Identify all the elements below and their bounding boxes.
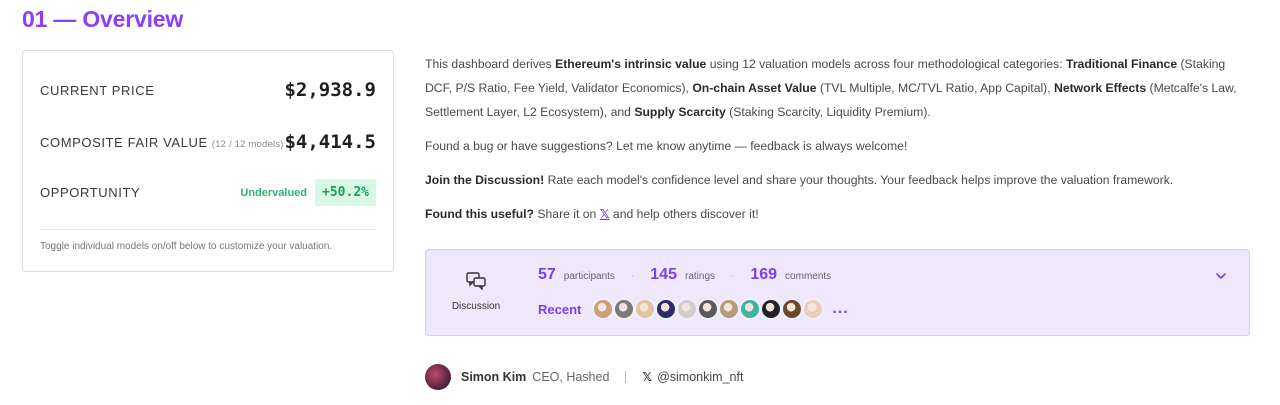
chat-icon xyxy=(466,272,486,290)
discussion-toggle[interactable]: Discussion xyxy=(448,272,504,314)
discussion-label: Discussion xyxy=(451,301,501,312)
opportunity-percent-badge: +50.2% xyxy=(315,179,376,206)
author-role: CEO, Hashed xyxy=(532,370,610,384)
desc-bold: Join the Discussion! xyxy=(425,173,545,187)
card-divider xyxy=(40,229,376,230)
recent-participants: Recent ... xyxy=(538,298,849,320)
fair-value-label: COMPOSITE FAIR VALUE (12 / 12 models) xyxy=(40,135,284,150)
desc-text: and help others discover it! xyxy=(609,207,759,221)
chevron-down-icon[interactable] xyxy=(1215,270,1227,282)
avatar xyxy=(613,298,636,320)
recent-label: Recent xyxy=(538,301,582,317)
toggle-hint: Toggle individual models on/off below to… xyxy=(40,241,333,252)
desc-text: (TVL Multiple, MC/TVL Ratio, App Capital… xyxy=(816,81,1055,95)
description: This dashboard derives Ethereum's intrin… xyxy=(425,52,1255,236)
avatar xyxy=(802,298,825,320)
avatar-stack xyxy=(592,298,825,320)
comments-count: 169 xyxy=(750,266,778,283)
comments-label: comments xyxy=(785,271,832,282)
avatar xyxy=(697,298,720,320)
avatar xyxy=(592,298,615,320)
desc-text: Share it on xyxy=(534,207,600,221)
desc-text: Rate each model's confidence level and s… xyxy=(544,173,1174,187)
desc-bold: Ethereum's intrinsic value xyxy=(555,57,707,71)
more-participants[interactable]: ... xyxy=(832,300,848,318)
opportunity-label: OPPORTUNITY xyxy=(40,185,141,200)
divider xyxy=(625,371,627,383)
current-price-label: CURRENT PRICE xyxy=(40,82,155,98)
current-price-value: $2,938.9 xyxy=(284,79,376,101)
description-intro: This dashboard derives Ethereum's intrin… xyxy=(425,52,1255,124)
x-logo-icon: 𝕏 xyxy=(642,370,653,384)
desc-bold: Found this useful? xyxy=(425,207,534,221)
feedback-note: Found a bug or have suggestions? Let me … xyxy=(425,139,908,153)
desc-bold: On-chain Asset Value xyxy=(692,81,817,95)
fair-value-label-text: COMPOSITE FAIR VALUE xyxy=(40,134,208,150)
opportunity-row: OPPORTUNITY Undervalued +50.2% xyxy=(40,179,376,206)
author-handle-link[interactable]: @simonkim_nft xyxy=(657,370,743,384)
desc-text: This dashboard derives xyxy=(425,57,556,71)
price-summary-card: CURRENT PRICE $2,938.9 COMPOSITE FAIR VA… xyxy=(22,50,394,272)
participants-count: 57 xyxy=(538,266,556,283)
discussion-stats: 57 participants · 145 ratings · 169 comm… xyxy=(538,266,831,284)
avatar xyxy=(425,364,451,390)
undervalued-status: Undervalued xyxy=(240,186,308,199)
opportunity-value-group: Undervalued +50.2% xyxy=(240,179,376,206)
ratings-count: 145 xyxy=(650,266,677,283)
desc-text: (Staking Scarcity, Liquidity Premium). xyxy=(725,105,931,119)
author-credit: Simon Kim CEO, Hashed 𝕏 @simonkim_nft xyxy=(425,364,743,390)
participants-label: participants xyxy=(563,271,615,282)
avatar xyxy=(781,298,804,320)
discussion-cta: Join the Discussion! Rate each model's c… xyxy=(425,168,1255,192)
x-share-link[interactable]: 𝕏 xyxy=(600,207,610,221)
avatar xyxy=(718,298,741,320)
discussion-panel[interactable]: Discussion 57 participants · 145 ratings… xyxy=(425,249,1250,336)
author-name: Simon Kim xyxy=(461,370,527,384)
avatar xyxy=(760,298,783,320)
fair-value-value: $4,414.5 xyxy=(284,131,376,153)
fair-value-row: COMPOSITE FAIR VALUE (12 / 12 models) $4,… xyxy=(40,131,376,153)
ratings-label: ratings xyxy=(684,271,715,282)
avatar xyxy=(634,298,657,320)
stat-separator: · xyxy=(731,271,735,282)
desc-text: using 12 valuation models across four me… xyxy=(706,57,1067,71)
avatar xyxy=(655,298,678,320)
desc-bold: Supply Scarcity xyxy=(634,105,726,119)
share-cta: Found this useful? Share it on 𝕏 and hel… xyxy=(425,202,1255,226)
fair-value-sub: (12 / 12 models) xyxy=(211,138,284,150)
avatar xyxy=(739,298,762,320)
page-title: 01 — Overview xyxy=(22,6,184,32)
stat-separator: · xyxy=(630,271,635,282)
desc-bold: Traditional Finance xyxy=(1066,57,1178,71)
avatar xyxy=(676,298,699,320)
current-price-row: CURRENT PRICE $2,938.9 xyxy=(40,79,376,101)
desc-bold: Network Effects xyxy=(1054,81,1147,95)
